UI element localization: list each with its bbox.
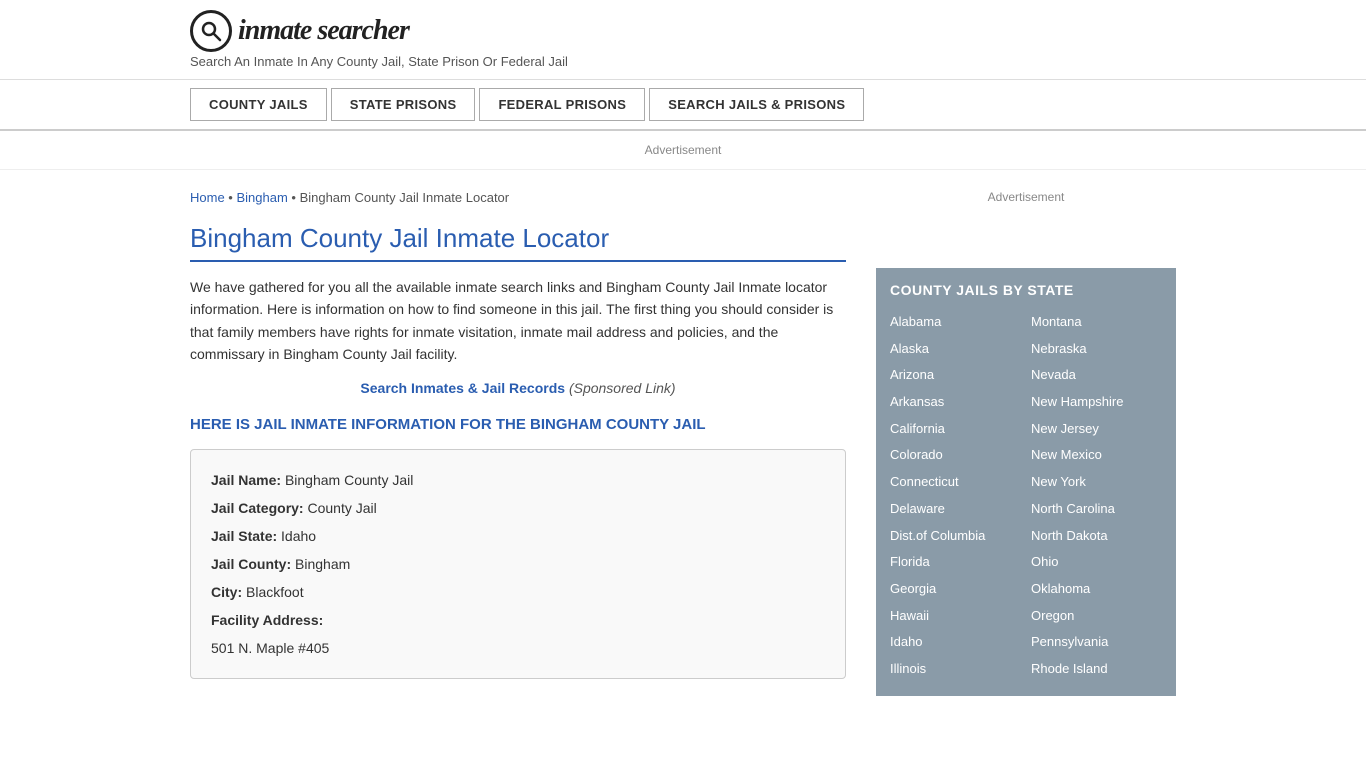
state-link[interactable]: Florida: [890, 550, 1021, 575]
jail-name-label: Jail Name:: [211, 472, 281, 488]
jail-county-row: Jail County: Bingham: [211, 550, 825, 578]
jail-category-val: County Jail: [307, 500, 376, 516]
state-link[interactable]: New Jersey: [1031, 417, 1162, 442]
state-link[interactable]: Oklahoma: [1031, 577, 1162, 602]
state-link[interactable]: Rhode Island: [1031, 657, 1162, 682]
state-link[interactable]: Ohio: [1031, 550, 1162, 575]
page-title: Bingham County Jail Inmate Locator: [190, 223, 846, 262]
state-link[interactable]: Dist.of Columbia: [890, 524, 1021, 549]
county-jails-box: COUNTY JAILS BY STATE Alabama Montana Alas…: [876, 268, 1176, 696]
ad-banner: Advertisement: [0, 131, 1366, 170]
county-jails-title: COUNTY JAILS BY STATE: [890, 282, 1162, 298]
state-link[interactable]: Arkansas: [890, 390, 1021, 415]
state-link[interactable]: Hawaii: [890, 604, 1021, 629]
main-layout: Home • Bingham • Bingham County Jail Inm…: [0, 170, 1366, 716]
jail-city-label: City:: [211, 584, 242, 600]
state-link[interactable]: New York: [1031, 470, 1162, 495]
state-link[interactable]: Oregon: [1031, 604, 1162, 629]
state-link[interactable]: Nevada: [1031, 363, 1162, 388]
state-link[interactable]: Delaware: [890, 497, 1021, 522]
search-link-area: Search Inmates & Jail Records (Sponsored…: [190, 380, 846, 396]
nav-federal-prisons[interactable]: FEDERAL PRISONS: [479, 88, 645, 121]
state-link[interactable]: Alaska: [890, 337, 1021, 362]
jail-info-card: Jail Name: Bingham County Jail Jail Cate…: [190, 449, 846, 679]
state-link[interactable]: Nebraska: [1031, 337, 1162, 362]
tagline: Search An Inmate In Any County Jail, Sta…: [190, 54, 1176, 69]
breadcrumb-home[interactable]: Home: [190, 190, 225, 205]
sub-heading: HERE IS JAIL INMATE INFORMATION FOR THE …: [190, 414, 846, 435]
content-area: Home • Bingham • Bingham County Jail Inm…: [190, 170, 846, 716]
jail-city-val: Blackfoot: [246, 584, 304, 600]
jail-county-val: Bingham: [295, 556, 350, 572]
state-link[interactable]: New Mexico: [1031, 443, 1162, 468]
sidebar-ad: Advertisement: [876, 190, 1176, 250]
state-link[interactable]: New Hampshire: [1031, 390, 1162, 415]
jail-category-row: Jail Category: County Jail: [211, 494, 825, 522]
jail-address-row: Facility Address:: [211, 606, 825, 634]
sidebar: Advertisement COUNTY JAILS BY STATE Alab…: [876, 170, 1176, 716]
jail-city-row: City: Blackfoot: [211, 578, 825, 606]
jail-state-val: Idaho: [281, 528, 316, 544]
state-link[interactable]: Colorado: [890, 443, 1021, 468]
search-inmates-link[interactable]: Search Inmates & Jail Records: [360, 380, 565, 396]
jail-name-row: Jail Name: Bingham County Jail: [211, 466, 825, 494]
state-list: Alabama Montana Alaska Nebraska Arizona Nevad…: [890, 310, 1162, 682]
breadcrumb-bingham[interactable]: Bingham: [236, 190, 287, 205]
breadcrumb: Home • Bingham • Bingham County Jail Inm…: [190, 190, 846, 205]
state-link[interactable]: Alabama: [890, 310, 1021, 335]
logo-area: inmate searcher: [190, 10, 1176, 52]
jail-state-row: Jail State: Idaho: [211, 522, 825, 550]
jail-name-val: Bingham County Jail: [285, 472, 413, 488]
jail-address-value: 501 N. Maple #405: [211, 640, 329, 656]
jail-county-label: Jail County:: [211, 556, 291, 572]
logo-icon: [190, 10, 232, 52]
state-link[interactable]: California: [890, 417, 1021, 442]
jail-address-value-row: 501 N. Maple #405: [211, 634, 825, 662]
header: inmate searcher Search An Inmate In Any …: [0, 0, 1366, 80]
state-link[interactable]: Georgia: [890, 577, 1021, 602]
state-link[interactable]: Pennsylvania: [1031, 630, 1162, 655]
nav-state-prisons[interactable]: STATE PRISONS: [331, 88, 476, 121]
jail-state-label: Jail State:: [211, 528, 277, 544]
state-link[interactable]: Idaho: [890, 630, 1021, 655]
description: We have gathered for you all the availab…: [190, 276, 846, 366]
state-link[interactable]: Illinois: [890, 657, 1021, 682]
state-link[interactable]: Arizona: [890, 363, 1021, 388]
state-link[interactable]: North Carolina: [1031, 497, 1162, 522]
breadcrumb-current: Bingham County Jail Inmate Locator: [300, 190, 510, 205]
jail-address-label: Facility Address:: [211, 612, 323, 628]
nav-bar: COUNTY JAILS STATE PRISONS FEDERAL PRISO…: [0, 80, 1366, 131]
jail-category-label: Jail Category:: [211, 500, 304, 516]
state-link[interactable]: Montana: [1031, 310, 1162, 335]
nav-county-jails[interactable]: COUNTY JAILS: [190, 88, 327, 121]
site-title[interactable]: inmate searcher: [238, 15, 409, 47]
state-link[interactable]: Connecticut: [890, 470, 1021, 495]
nav-search-jails[interactable]: SEARCH JAILS & PRISONS: [649, 88, 864, 121]
state-link[interactable]: North Dakota: [1031, 524, 1162, 549]
sponsored-label: (Sponsored Link): [569, 380, 676, 396]
